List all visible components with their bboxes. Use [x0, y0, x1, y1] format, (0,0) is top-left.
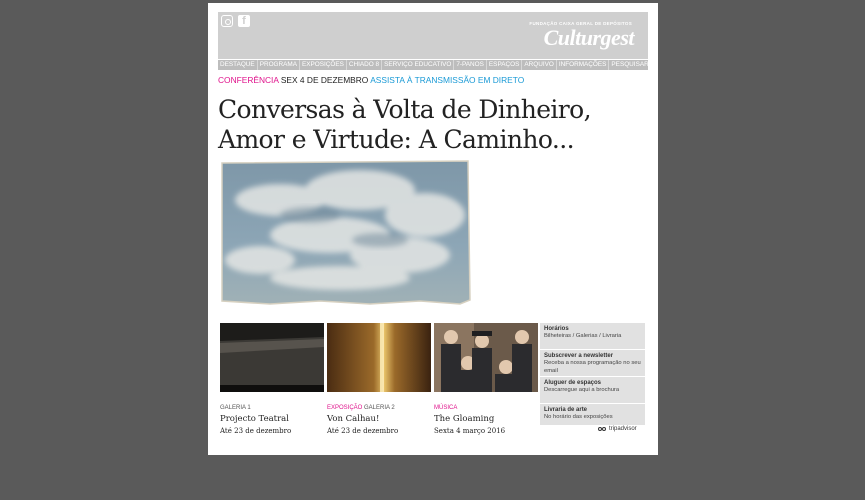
tile-category: MÚSICA	[434, 405, 458, 411]
featured-title-line-1: Conversas à Volta de Dinheiro,	[218, 95, 592, 124]
event-tile-von-calhau[interactable]: EXPOSIÇÃO GALERIA 2 Von Calhau! Até 23 d…	[327, 323, 431, 435]
page: f FUNDAÇÃO CAIXA GERAL DE DEPÓSITOS Cult…	[208, 3, 658, 455]
tile-date: Até 23 de dezembro	[220, 427, 292, 435]
site-header: f FUNDAÇÃO CAIXA GERAL DE DEPÓSITOS Cult…	[218, 12, 648, 59]
event-tile-the-gloaming[interactable]: MÚSICA The Gloaming Sexta 4 março 2016	[434, 323, 538, 435]
featured-title-line-2: Amor e Virtude: A Caminho...	[218, 125, 575, 154]
instagram-icon[interactable]	[221, 15, 233, 27]
info-desc: Bilheteiras / Galerias / Livraria	[544, 333, 622, 339]
tripadvisor-owl-icon	[598, 426, 607, 432]
nav-item-pesquisar[interactable]: PESQUISAR	[609, 60, 650, 70]
facebook-icon[interactable]: f	[238, 15, 250, 27]
nav-item-espacos[interactable]: ESPAÇOS	[487, 60, 523, 70]
nav-item-exposicoes[interactable]: EXPOSIÇÕES	[300, 60, 347, 70]
tile-image-the-gloaming	[434, 323, 538, 392]
live-stream-link[interactable]: ASSISTA À TRANSMISSÃO EM DIRETO	[370, 75, 524, 85]
social-links: f	[221, 15, 250, 27]
tile-venue: GALERIA 1	[220, 405, 251, 411]
nav-item-programa[interactable]: PROGRAMA	[258, 60, 300, 70]
tile-title[interactable]: Von Calhau!	[327, 414, 431, 424]
nav-item-chiado-8[interactable]: CHIADO 8	[347, 60, 383, 70]
tripadvisor-label: tripadvisor	[609, 426, 637, 432]
tile-meta: GALERIA 1	[220, 405, 324, 411]
info-item-aluguer[interactable]: Aluguer de espaços Descarregue aqui a br…	[540, 377, 645, 404]
nav-item-servico-educativo[interactable]: SERVIÇO EDUCATIVO	[382, 60, 455, 70]
nav-item-informacoes[interactable]: INFORMAÇÕES	[557, 60, 610, 70]
tile-meta: EXPOSIÇÃO GALERIA 2	[327, 405, 431, 411]
featured-event-line: CONFERÊNCIA SEX 4 DE DEZEMBRO ASSISTA À …	[218, 75, 524, 85]
nav-item-7-panos[interactable]: 7-PANOS	[454, 60, 487, 70]
nav-item-destaque[interactable]: DESTAQUE	[218, 60, 258, 70]
featured-image-clouds[interactable]	[220, 160, 471, 305]
featured-title[interactable]: Conversas à Volta de Dinheiro, Amor e Vi…	[218, 95, 638, 155]
info-desc: No horário das exposições	[544, 414, 613, 420]
event-tile-projecto-teatral[interactable]: GALERIA 1 Projecto Teatral Até 23 de dez…	[220, 323, 324, 435]
info-desc: Receba a nossa programação no seu email	[544, 360, 641, 374]
tile-meta: MÚSICA	[434, 405, 538, 411]
info-item-newsletter[interactable]: Subscrever a newsletter Receba a nossa p…	[540, 350, 645, 377]
tile-date: Sexta 4 março 2016	[434, 427, 506, 435]
tile-image-von-calhau	[327, 323, 431, 392]
featured-date: SEX 4 DE DEZEMBRO	[280, 75, 369, 85]
tile-venue: GALERIA 2	[364, 405, 395, 411]
info-sidebar: Horários Bilheteiras / Galerias / Livrar…	[540, 323, 645, 425]
tile-image-projecto-teatral	[220, 323, 324, 392]
tripadvisor-badge[interactable]: tripadvisor	[598, 426, 637, 432]
featured-category[interactable]: CONFERÊNCIA	[218, 75, 279, 85]
site-logo[interactable]: Culturgest	[544, 25, 635, 51]
main-nav: DESTAQUE PROGRAMA EXPOSIÇÕES CHIADO 8 SE…	[218, 60, 650, 70]
nav-item-arquivo[interactable]: ARQUIVO	[522, 60, 557, 70]
tile-category: EXPOSIÇÃO	[327, 405, 363, 411]
tile-title[interactable]: The Gloaming	[434, 414, 538, 424]
tile-date: Até 23 de dezembro	[327, 427, 399, 435]
tile-title[interactable]: Projecto Teatral	[220, 414, 324, 424]
info-item-horarios[interactable]: Horários Bilheteiras / Galerias / Livrar…	[540, 323, 645, 350]
info-desc: Descarregue aqui a brochura	[544, 387, 620, 393]
